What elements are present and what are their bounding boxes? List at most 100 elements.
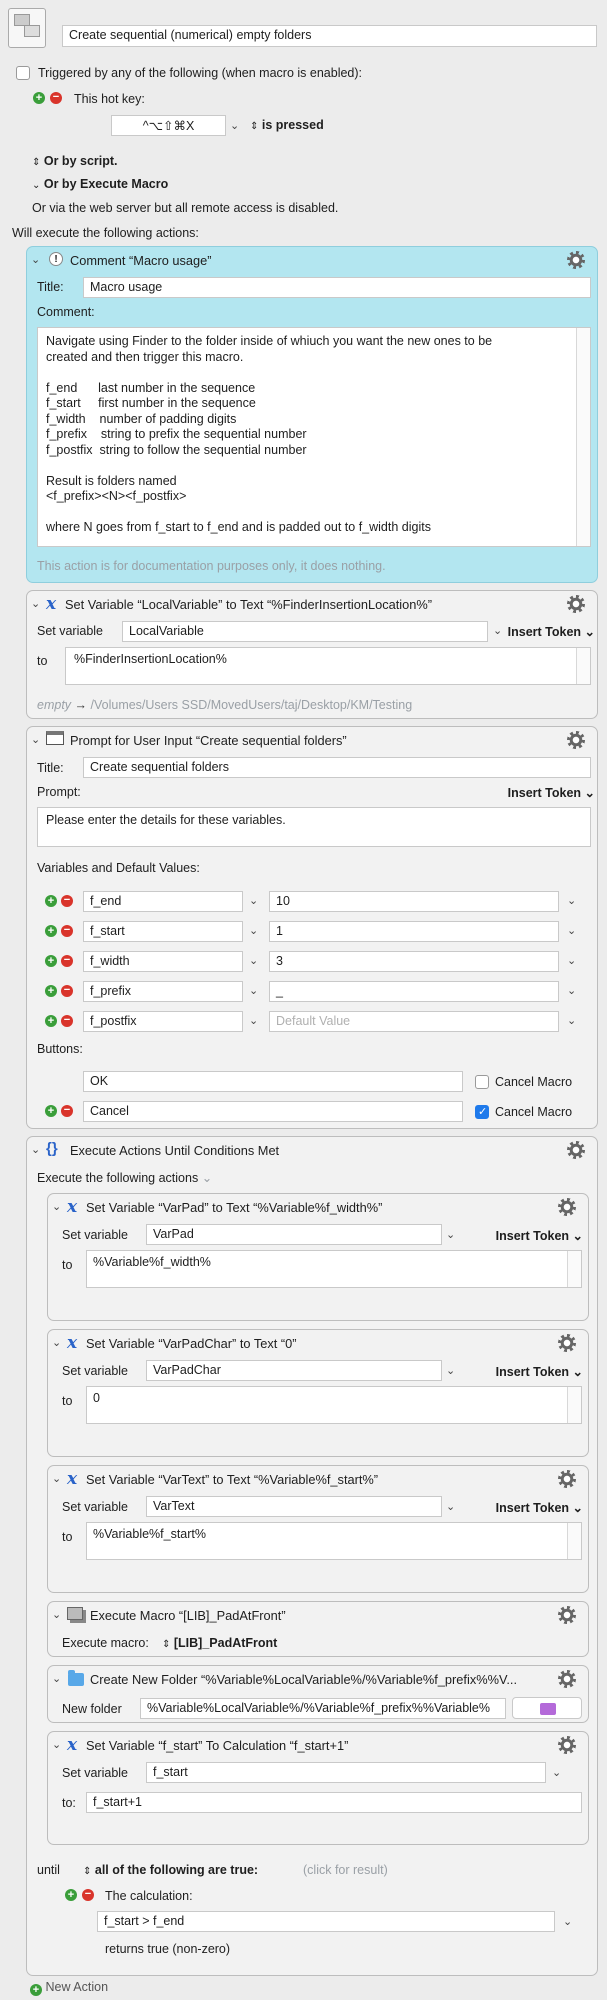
calculation-field[interactable]: f_start+1 [86,1792,582,1813]
gear-icon[interactable] [567,731,585,749]
gear-icon[interactable] [558,1198,576,1216]
set-variable-vartext-action[interactable]: ⌄ x Set Variable “VarText” to Text “%Var… [47,1465,589,1593]
collapse-chevron-icon[interactable]: ⌄ [52,1608,61,1621]
collapse-chevron-icon[interactable]: ⌄ [31,733,40,746]
collapse-chevron-icon[interactable]: ⌄ [52,1738,61,1751]
insert-token-button[interactable]: Insert Token ⌄ [487,624,595,639]
macro-name-field[interactable]: Create sequential (numerical) empty fold… [62,25,597,47]
hotkey-state-select[interactable]: ⇕ is pressed [250,118,324,132]
scrollbar[interactable] [567,1523,581,1559]
insert-token-button[interactable]: Insert Token ⌄ [487,785,595,800]
variable-name-field[interactable]: VarPad [146,1224,442,1245]
execute-following-label[interactable]: Execute the following actions ⌄ [37,1170,212,1185]
collapse-chevron-icon[interactable]: ⌄ [31,253,40,266]
variable-name-field[interactable]: f_postfix [83,1011,243,1032]
set-variable-varpadchar-action[interactable]: ⌄ x Set Variable “VarPadChar” to Text “0… [47,1329,589,1457]
default-dropdown-icon[interactable]: ⌄ [567,924,576,937]
until-action[interactable]: ⌄ {} Execute Actions Until Conditions Me… [26,1136,598,1976]
variable-name-field[interactable]: VarPadChar [146,1360,442,1381]
value-text-area[interactable]: %FinderInsertionLocation% [65,647,591,685]
remove-variable-icon[interactable]: − [61,895,73,907]
scrollbar[interactable] [576,328,590,546]
add-trigger-icon[interactable]: + [33,92,45,104]
variable-name-field[interactable]: LocalVariable [122,621,488,642]
new-action-button[interactable]: + New Action [30,1980,108,1996]
variable-dropdown-icon[interactable]: ⌄ [446,1364,455,1377]
value-text-area[interactable]: 0 [86,1386,582,1424]
condition-mode-select[interactable]: ⇕ all of the following are true: [83,1863,258,1877]
prompt-title-field[interactable]: Create sequential folders [83,757,591,778]
insert-token-button[interactable]: Insert Token ⌄ [468,1228,583,1243]
value-text-area[interactable]: %Variable%f_start% [86,1522,582,1560]
gear-icon[interactable] [567,251,585,269]
add-variable-icon[interactable]: + [45,895,57,907]
choose-folder-button[interactable] [512,1697,582,1719]
default-dropdown-icon[interactable]: ⌄ [567,954,576,967]
cancel-macro-checkbox[interactable] [475,1105,489,1119]
default-value-field[interactable]: 1 [269,921,559,942]
prompt-text-area[interactable]: Please enter the details for these varia… [37,807,591,847]
comment-text-area[interactable]: Navigate using Finder to the folder insi… [37,327,591,547]
trigger-checkbox[interactable] [16,66,30,80]
add-variable-icon[interactable]: + [45,1015,57,1027]
remove-variable-icon[interactable]: − [61,925,73,937]
comment-title-field[interactable]: Macro usage [83,277,591,298]
add-button-icon[interactable]: + [45,1105,57,1117]
set-variable-local-action[interactable]: ⌄ x Set Variable “LocalVariable” to Text… [26,590,598,719]
remove-trigger-icon[interactable]: − [50,92,62,104]
variable-dropdown-icon[interactable]: ⌄ [552,1766,561,1779]
hotkey-dropdown-icon[interactable]: ⌄ [230,119,239,132]
variable-dropdown-icon[interactable]: ⌄ [446,1228,455,1241]
variable-dropdown-icon[interactable]: ⌄ [249,894,258,907]
collapse-chevron-icon[interactable]: ⌄ [31,597,40,610]
cancel-macro-checkbox[interactable] [475,1075,489,1089]
gear-icon[interactable] [558,1334,576,1352]
new-folder-path-field[interactable]: %Variable%LocalVariable%/%Variable%f_pre… [140,1698,506,1719]
execute-macro-action[interactable]: ⌄ Execute Macro “[LIB]_PadAtFront” Execu… [47,1601,589,1657]
variable-dropdown-icon[interactable]: ⌄ [249,954,258,967]
default-dropdown-icon[interactable]: ⌄ [567,1014,576,1027]
variable-name-field[interactable]: f_prefix [83,981,243,1002]
default-value-field[interactable]: 3 [269,951,559,972]
condition-dropdown-icon[interactable]: ⌄ [563,1915,572,1928]
add-variable-icon[interactable]: + [45,925,57,937]
default-value-field[interactable]: Default Value [269,1011,559,1032]
set-variable-varpad-action[interactable]: ⌄ x Set Variable “VarPad” to Text “%Vari… [47,1193,589,1321]
collapse-chevron-icon[interactable]: ⌄ [52,1472,61,1485]
collapse-chevron-icon[interactable]: ⌄ [52,1200,61,1213]
variable-name-field[interactable]: f_start [146,1762,546,1783]
variable-name-field[interactable]: f_width [83,951,243,972]
variable-dropdown-icon[interactable]: ⌄ [249,1014,258,1027]
condition-calculation-field[interactable]: f_start > f_end [97,1911,555,1932]
default-dropdown-icon[interactable]: ⌄ [567,894,576,907]
scrollbar[interactable] [567,1251,581,1287]
insert-token-button[interactable]: Insert Token ⌄ [468,1500,583,1515]
remove-condition-icon[interactable]: − [82,1889,94,1901]
button-label-field[interactable]: OK [83,1071,463,1092]
value-text-area[interactable]: %Variable%f_width% [86,1250,582,1288]
default-dropdown-icon[interactable]: ⌄ [567,984,576,997]
collapse-chevron-icon[interactable]: ⌄ [31,1143,40,1156]
insert-token-button[interactable]: Insert Token ⌄ [468,1364,583,1379]
remove-variable-icon[interactable]: − [61,985,73,997]
variable-name-field[interactable]: f_end [83,891,243,912]
gear-icon[interactable] [558,1470,576,1488]
variable-dropdown-icon[interactable]: ⌄ [249,924,258,937]
remove-variable-icon[interactable]: − [61,955,73,967]
remove-variable-icon[interactable]: − [61,1015,73,1027]
create-new-folder-action[interactable]: ⌄ Create New Folder “%Variable%LocalVari… [47,1665,589,1723]
variable-name-field[interactable]: f_start [83,921,243,942]
gear-icon[interactable] [558,1670,576,1688]
prompt-user-input-action[interactable]: ⌄ Prompt for User Input “Create sequenti… [26,726,598,1129]
variable-dropdown-icon[interactable]: ⌄ [249,984,258,997]
by-script[interactable]: ⇕ Or by script. [32,154,118,168]
hotkey-field[interactable]: ^⌥⇧⌘X [111,115,226,136]
default-value-field[interactable]: _ [269,981,559,1002]
execute-macro-select[interactable]: ⇕ [LIB]_PadAtFront [162,1636,277,1650]
comment-action[interactable]: ⌄ ! Comment “Macro usage” Title: Macro u… [26,246,598,583]
default-value-field[interactable]: 10 [269,891,559,912]
variable-dropdown-icon[interactable]: ⌄ [446,1500,455,1513]
remove-button-icon[interactable]: − [61,1105,73,1117]
variable-name-field[interactable]: VarText [146,1496,442,1517]
collapse-chevron-icon[interactable]: ⌄ [52,1336,61,1349]
